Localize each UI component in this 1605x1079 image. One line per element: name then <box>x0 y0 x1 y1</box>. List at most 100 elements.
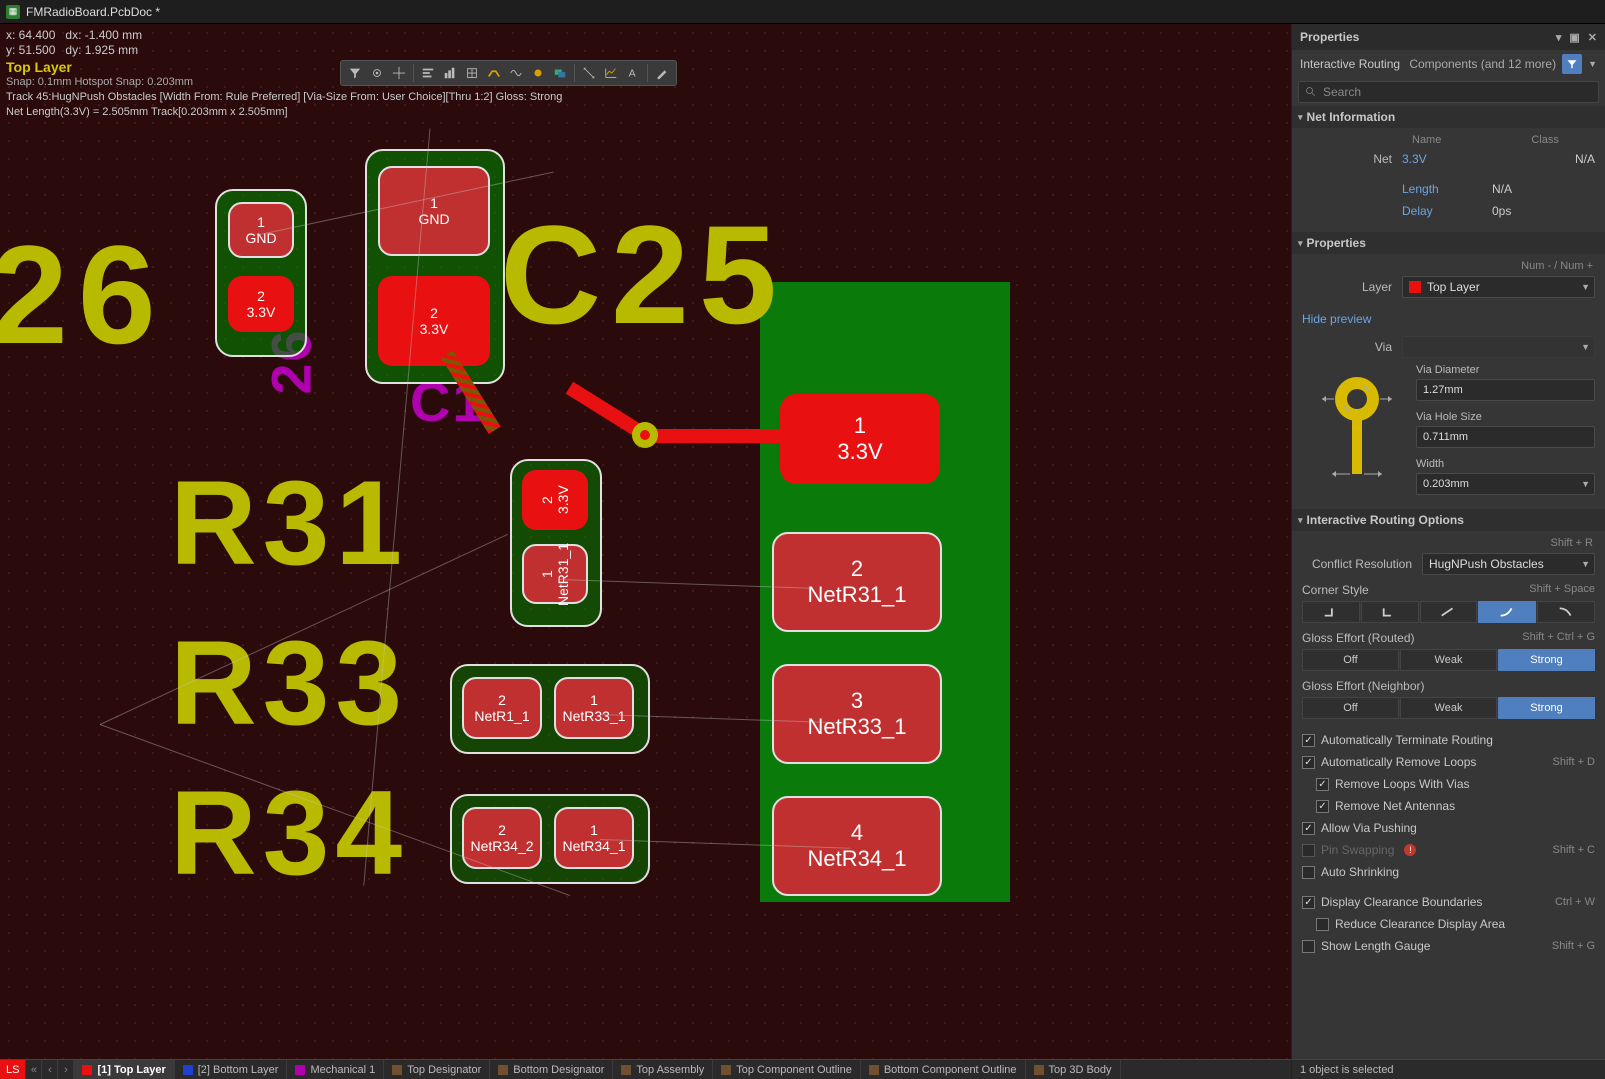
net-name-link[interactable]: 3.3V <box>1402 152 1535 166</box>
search-icon <box>1305 86 1317 98</box>
pad[interactable]: 1GND <box>378 166 490 256</box>
pad[interactable]: 23.3V <box>378 276 490 366</box>
text-icon[interactable]: A <box>623 63 643 83</box>
pad[interactable]: 1NetR34_1 <box>554 807 634 869</box>
gloss-neighbor-strong[interactable]: Strong <box>1498 697 1595 719</box>
silk-26: 26 <box>0 214 166 376</box>
pad[interactable]: 2NetR1_1 <box>462 677 542 739</box>
chart-icon[interactable] <box>440 63 460 83</box>
layer-tab-mech[interactable]: Mechanical 1 <box>287 1060 384 1079</box>
warning-icon: ! <box>1404 844 1416 856</box>
filter-icon[interactable] <box>345 63 365 83</box>
pad[interactable]: 2NetR31_1 <box>772 532 942 632</box>
panel-header[interactable]: Properties ▾ ▣ ✕ <box>1292 24 1605 50</box>
via-hole-input[interactable]: 0.711mm <box>1416 426 1595 448</box>
conflict-resolution-dropdown[interactable]: HugNPush Obstacles▼ <box>1422 553 1595 575</box>
hint-numpad: Num - / Num + <box>1302 260 1595 272</box>
object-filter-button[interactable] <box>1562 54 1582 74</box>
layer-tab-top-3d-body[interactable]: Top 3D Body <box>1026 1060 1121 1079</box>
gloss-neighbor-weak[interactable]: Weak <box>1400 697 1497 719</box>
snap-icon[interactable] <box>367 63 387 83</box>
graph-icon[interactable] <box>601 63 621 83</box>
via-diameter-input[interactable]: 1.27mm <box>1416 379 1595 401</box>
align-icon[interactable] <box>418 63 438 83</box>
gloss-neighbor-off[interactable]: Off <box>1302 697 1399 719</box>
svg-text:A: A <box>629 68 636 80</box>
chk-allow-via-pushing[interactable]: Allow Via Pushing <box>1302 817 1595 839</box>
grid-icon[interactable] <box>462 63 482 83</box>
layer-tab-bottom-des[interactable]: Bottom Designator <box>490 1060 613 1079</box>
corner-90-start[interactable] <box>1302 601 1360 623</box>
corner-style-selector <box>1302 601 1595 623</box>
corner-90-end[interactable] <box>1361 601 1419 623</box>
hide-preview-link[interactable]: Hide preview <box>1302 312 1371 326</box>
active-bar: A <box>340 60 677 86</box>
layer-tab-top-des[interactable]: Top Designator <box>384 1060 490 1079</box>
wave-icon[interactable] <box>506 63 526 83</box>
pad[interactable]: 1NetR33_1 <box>554 677 634 739</box>
hole-icon[interactable] <box>528 63 548 83</box>
chk-reduce-clearance[interactable]: Reduce Clearance Display Area <box>1302 913 1595 935</box>
properties-panel: Properties ▾ ▣ ✕ Interactive Routing Com… <box>1291 24 1605 1059</box>
chk-auto-shrinking[interactable]: Auto Shrinking <box>1302 861 1595 883</box>
gloss-routed-strong[interactable]: Strong <box>1498 649 1595 671</box>
pad[interactable]: 23.3V <box>228 276 294 332</box>
tab-nav-first-icon[interactable]: « <box>26 1060 42 1079</box>
gloss-routed-weak[interactable]: Weak <box>1400 649 1497 671</box>
route-icon[interactable] <box>484 63 504 83</box>
layer-tab-top[interactable]: [1] Top Layer <box>74 1060 174 1079</box>
chk-display-clearance[interactable]: Display Clearance BoundariesCtrl + W <box>1302 891 1595 913</box>
pad[interactable]: 3NetR33_1 <box>772 664 942 764</box>
tab-nav-next-icon[interactable]: › <box>58 1060 74 1079</box>
pcb-file-icon: ▦ <box>6 5 20 19</box>
chk-auto-remove-loops[interactable]: Automatically Remove LoopsShift + D <box>1302 751 1595 773</box>
via-marker[interactable] <box>632 422 658 448</box>
route-track[interactable] <box>640 429 790 443</box>
pin-icon[interactable]: ▾ <box>1556 31 1562 44</box>
chk-remove-loops-vias[interactable]: Remove Loops With Vias <box>1302 773 1595 795</box>
section-properties[interactable]: Properties <box>1292 232 1605 254</box>
pad[interactable]: 13.3V <box>780 394 940 484</box>
chk-pin-swapping: Pin Swapping!Shift + C <box>1302 839 1595 861</box>
section-interactive-routing-options[interactable]: Interactive Routing Options <box>1292 509 1605 531</box>
via-template-dropdown[interactable]: ▼ <box>1402 336 1595 358</box>
corner-arc-end[interactable] <box>1537 601 1595 623</box>
crosshair-icon[interactable] <box>389 63 409 83</box>
section-net-information[interactable]: Net Information <box>1292 106 1605 128</box>
chk-auto-terminate[interactable]: Automatically Terminate Routing <box>1302 729 1595 751</box>
pcb-graphics: 26 C25 R31 R33 R34 26 C1 1GND 23.3V 1GND… <box>0 24 1291 1059</box>
mode-label: Interactive Routing <box>1300 57 1400 71</box>
pad[interactable]: 23.3V <box>522 470 588 530</box>
pencil-icon[interactable] <box>652 63 672 83</box>
close-icon[interactable]: ✕ <box>1588 31 1597 44</box>
layers-icon[interactable] <box>550 63 570 83</box>
chevron-down-icon[interactable]: ▼ <box>1588 59 1597 69</box>
document-filename: FMRadioBoard.PcbDoc * <box>26 5 160 19</box>
layer-tab-bottom[interactable]: [2] Bottom Layer <box>175 1060 288 1079</box>
chk-show-length-gauge[interactable]: Show Length GaugeShift + G <box>1302 935 1595 957</box>
chk-remove-net-antennas[interactable]: Remove Net Antennas <box>1302 795 1595 817</box>
via-preview-graphic <box>1302 364 1402 494</box>
corner-arc-start[interactable] <box>1478 601 1536 623</box>
length-link[interactable]: Length <box>1402 182 1492 196</box>
pin-icon[interactable]: ▣ <box>1569 31 1579 44</box>
layer-tab-top-comp-outline[interactable]: Top Component Outline <box>713 1060 861 1079</box>
layer-tab-top-asm[interactable]: Top Assembly <box>613 1060 713 1079</box>
status-bar: 1 object is selected <box>1291 1059 1605 1079</box>
pad[interactable]: 1GND <box>228 202 294 258</box>
layer-dropdown[interactable]: Top Layer▼ <box>1402 276 1595 298</box>
search-input[interactable]: Search <box>1298 81 1599 103</box>
width-dropdown[interactable]: 0.203mm▼ <box>1416 473 1595 495</box>
titlebar: ▦ FMRadioBoard.PcbDoc * <box>0 0 1605 24</box>
layer-tab-bottom-comp-outline[interactable]: Bottom Component Outline <box>861 1060 1026 1079</box>
gloss-neighbor-selector: Off Weak Strong <box>1302 697 1595 719</box>
pad[interactable]: 1NetR31_1 <box>522 544 588 604</box>
gloss-routed-selector: Off Weak Strong <box>1302 649 1595 671</box>
delay-link[interactable]: Delay <box>1402 204 1492 218</box>
corner-45[interactable] <box>1420 601 1478 623</box>
gloss-routed-off[interactable]: Off <box>1302 649 1399 671</box>
pcb-canvas[interactable]: x: 64.400 dx: -1.400 mm y: 51.500 dy: 1.… <box>0 24 1291 1059</box>
tab-nav-prev-icon[interactable]: ‹ <box>42 1060 58 1079</box>
layer-tab-ls[interactable]: LS <box>0 1060 26 1079</box>
dims-icon[interactable] <box>579 63 599 83</box>
